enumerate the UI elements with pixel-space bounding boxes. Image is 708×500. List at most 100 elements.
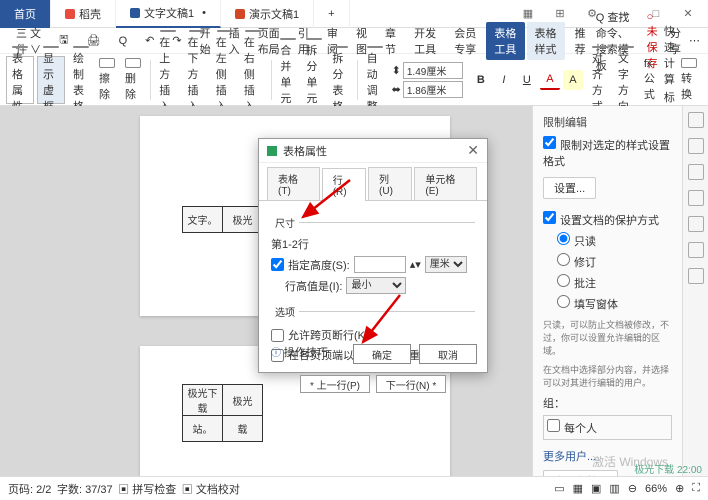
width-input[interactable] [403, 81, 463, 98]
btn-label: 删除 [125, 70, 141, 102]
chk-spec-height[interactable] [271, 258, 284, 271]
qat-3[interactable]: Q [111, 32, 136, 50]
status-spell[interactable]: ▣ 拼写检查 [118, 481, 176, 497]
cell[interactable]: 极光 [223, 207, 263, 233]
font-color-button[interactable]: A [540, 70, 560, 90]
btn-formula[interactable]: fx 公式 [639, 56, 660, 104]
strip-icon-6[interactable] [688, 242, 704, 258]
doc-table-1[interactable]: 文字。极光 [182, 206, 263, 233]
btn-draw[interactable]: 绘制表格 [68, 56, 94, 104]
radio-form[interactable]: 填写窗体 [557, 295, 672, 312]
view-icon-2[interactable]: ▦ [573, 482, 583, 495]
toolbar: 表格属性 显示虚框 绘制表格 擦除 删除 在上方插入行 在下方插入行 在左侧插入… [0, 54, 708, 106]
menu-tablestyle[interactable]: 表格样式 [527, 22, 565, 60]
split-icon [306, 38, 322, 40]
btn-ins-below[interactable]: 在下方插入行 [182, 56, 210, 104]
chk-styles[interactable]: 限制对选定的样式设置格式 [543, 136, 672, 169]
zoom-out[interactable]: ⊖ [628, 482, 637, 495]
radio-comment[interactable]: 批注 [557, 274, 672, 291]
btn-show-grid[interactable]: 显示虚框 [37, 56, 65, 104]
strip-icon-7[interactable] [688, 268, 704, 284]
dialog-close-button[interactable]: ✕ [467, 142, 479, 159]
pencil-icon [73, 46, 89, 48]
view-icon-4[interactable]: ▥ [609, 482, 619, 495]
btn-label: 擦除 [99, 70, 115, 102]
view-icon-3[interactable]: ▣ [591, 482, 601, 495]
bold-button[interactable]: B [471, 70, 491, 90]
spinner-icon[interactable]: ▴▾ [410, 258, 421, 271]
sidebar-restrict: 限制编辑 限制对选定的样式设置格式 设置... 设置文档的保护方式 只读 修订 … [532, 106, 682, 476]
underline-button[interactable]: U [517, 70, 537, 90]
btn-direction[interactable]: 文字方向 [613, 56, 639, 104]
strip-icon-5[interactable] [688, 216, 704, 232]
zoom-value[interactable]: 66% [645, 483, 667, 495]
status-words[interactable]: 字数: 37/37 [57, 481, 113, 497]
radio-readonly[interactable]: 只读 [557, 232, 672, 249]
chk-everyone[interactable]: 每个人 [543, 415, 672, 440]
btn-quickcalc[interactable]: 快速计算 [664, 23, 676, 87]
chk-protect[interactable]: 设置文档的保护方式 [543, 211, 672, 228]
btn-delete[interactable]: 删除 [120, 56, 146, 104]
zoom-in[interactable]: ⊕ [675, 482, 684, 495]
more-button[interactable]: ⋯ [689, 34, 700, 47]
unit-select[interactable]: 厘米 [425, 256, 467, 273]
height-value[interactable] [354, 256, 406, 273]
groups-label: 组： [543, 395, 672, 411]
ok-button[interactable]: 确定 [353, 344, 411, 364]
dialog-tips-link[interactable]: ⓘ 操作技巧 [271, 344, 328, 360]
menu-member[interactable]: 会员专享 [446, 22, 484, 60]
strip-icon-3[interactable] [688, 164, 704, 180]
strip-icon-4[interactable] [688, 190, 704, 206]
lbl-spec: 指定高度(S): [288, 257, 350, 273]
btn-ins-above[interactable]: 在上方插入行 [154, 56, 182, 104]
btn-align[interactable]: 对齐方式 [587, 56, 613, 104]
cell[interactable]: 极光下载 [183, 385, 223, 416]
btn-ins-right[interactable]: 在右侧插入列 [239, 56, 267, 104]
btn-label: 拆分表格 [332, 50, 348, 114]
status-proof[interactable]: ▣ 文档校对 [182, 481, 240, 497]
fullscreen-icon[interactable]: ⛶ [692, 482, 700, 495]
cell[interactable]: 极光 [223, 385, 263, 416]
grid-icon [12, 46, 28, 48]
view-icon-1[interactable]: ▭ [554, 482, 564, 495]
btn-merge[interactable]: 合并单元格 [275, 56, 301, 104]
dashed-icon [43, 46, 59, 48]
btn-table-props[interactable]: 表格属性 [6, 56, 34, 104]
btn-convert[interactable]: 转换 [676, 56, 702, 104]
menu-recommend[interactable]: 推荐 [567, 22, 594, 60]
btn-next-row[interactable]: 下一行(N) * [376, 375, 446, 393]
cell[interactable]: 站。 [183, 416, 223, 442]
highlight-button[interactable]: A [563, 70, 583, 90]
strip-icon-1[interactable] [688, 112, 704, 128]
cancel-button[interactable]: 取消 [419, 344, 477, 364]
dlg-tab-table[interactable]: 表格(T) [267, 167, 320, 200]
btn-prev-row[interactable]: * 上一行(P) [300, 375, 370, 393]
doc-table-2[interactable]: 极光下载极光 站。载 [182, 384, 263, 442]
chk-break-row[interactable]: 允许跨页断行(K) [271, 327, 475, 343]
italic-button[interactable]: I [494, 70, 514, 90]
tab-daoqiao[interactable]: 稻壳 [51, 0, 116, 28]
col-right-icon [245, 30, 261, 32]
status-page[interactable]: 页码: 2/2 [8, 481, 51, 497]
btn-erase[interactable]: 擦除 [94, 56, 120, 104]
btn-label: 显示虚框 [43, 50, 59, 114]
strip-icon-2[interactable] [688, 138, 704, 154]
btn-split-cell[interactable]: 拆分单元格 [301, 56, 327, 104]
dirty-dot: • [202, 7, 206, 19]
dlg-tab-col[interactable]: 列(U) [368, 167, 412, 200]
cell[interactable]: 文字。 [183, 207, 223, 233]
dlg-tab-cell[interactable]: 单元格(E) [414, 167, 477, 200]
dlg-tab-row[interactable]: 行(R) [322, 168, 366, 201]
btn-autofit[interactable]: 自动调整 [362, 56, 388, 104]
col-left-icon [217, 30, 233, 32]
cell[interactable]: 载 [223, 416, 263, 442]
btn-settings[interactable]: 设置... [543, 177, 596, 199]
menu-dev[interactable]: 开发工具 [406, 22, 444, 60]
btn-split-table[interactable]: 拆分表格 [327, 56, 353, 104]
rowh-select[interactable]: 最小 [346, 277, 406, 294]
menu-tabletools[interactable]: 表格工具 [486, 22, 524, 60]
radio-revision[interactable]: 修订 [557, 253, 672, 270]
btn-ins-left[interactable]: 在左侧插入列 [211, 56, 239, 104]
height-input[interactable] [403, 62, 463, 79]
dialog-titlebar[interactable]: 表格属性 ✕ [259, 139, 487, 163]
